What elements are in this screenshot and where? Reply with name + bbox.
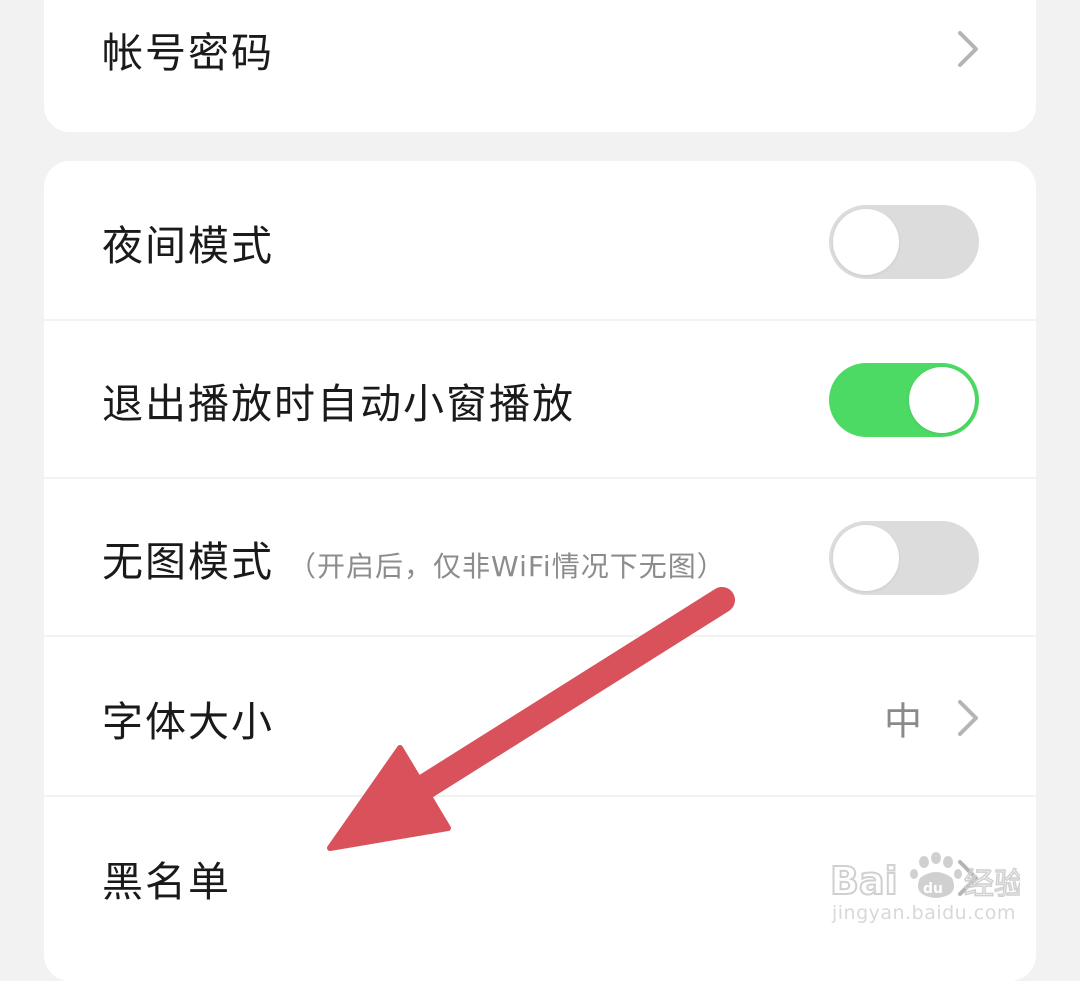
auto-pip-label: 退出播放时自动小窗播放 (102, 380, 575, 428)
account-password-row[interactable]: 帐号密码 (44, 0, 1036, 128)
night-mode-toggle[interactable] (829, 205, 979, 279)
blacklist-label: 黑名单 (102, 858, 231, 906)
divider (44, 795, 1036, 797)
chevron-right-icon (958, 31, 978, 67)
chevron-right-icon (958, 700, 978, 736)
auto-pip-row: 退出播放时自动小窗播放 (44, 321, 1036, 479)
chevron-right-icon (958, 860, 978, 896)
font-size-value: 中 (883, 699, 922, 744)
divider (44, 635, 1036, 637)
toggle-knob (833, 209, 899, 275)
account-password-label: 帐号密码 (102, 29, 274, 77)
font-size-row[interactable]: 字体大小 中 (44, 639, 1036, 797)
no-image-mode-row: 无图模式 （开启后，仅非WiFi情况下无图） (44, 479, 1036, 637)
toggle-knob (909, 367, 975, 433)
no-image-mode-title: 无图模式 (102, 538, 274, 586)
night-mode-label: 夜间模式 (102, 222, 274, 270)
font-size-label: 字体大小 (102, 698, 274, 746)
display-settings-card: 夜间模式 退出播放时自动小窗播放 无图模式 （开启后，仅非WiFi情况下无图） 字… (44, 161, 1036, 981)
no-image-mode-label: 无图模式 （开启后，仅非WiFi情况下无图） (102, 528, 726, 588)
night-mode-row: 夜间模式 (44, 163, 1036, 321)
blacklist-row[interactable]: 黑名单 (44, 799, 1036, 957)
account-settings-card: 帐号密码 (44, 0, 1036, 132)
auto-pip-toggle[interactable] (829, 363, 979, 437)
toggle-knob (833, 525, 899, 591)
no-image-mode-toggle[interactable] (829, 521, 979, 595)
no-image-mode-hint: （开启后，仅非WiFi情况下无图） (288, 550, 726, 583)
